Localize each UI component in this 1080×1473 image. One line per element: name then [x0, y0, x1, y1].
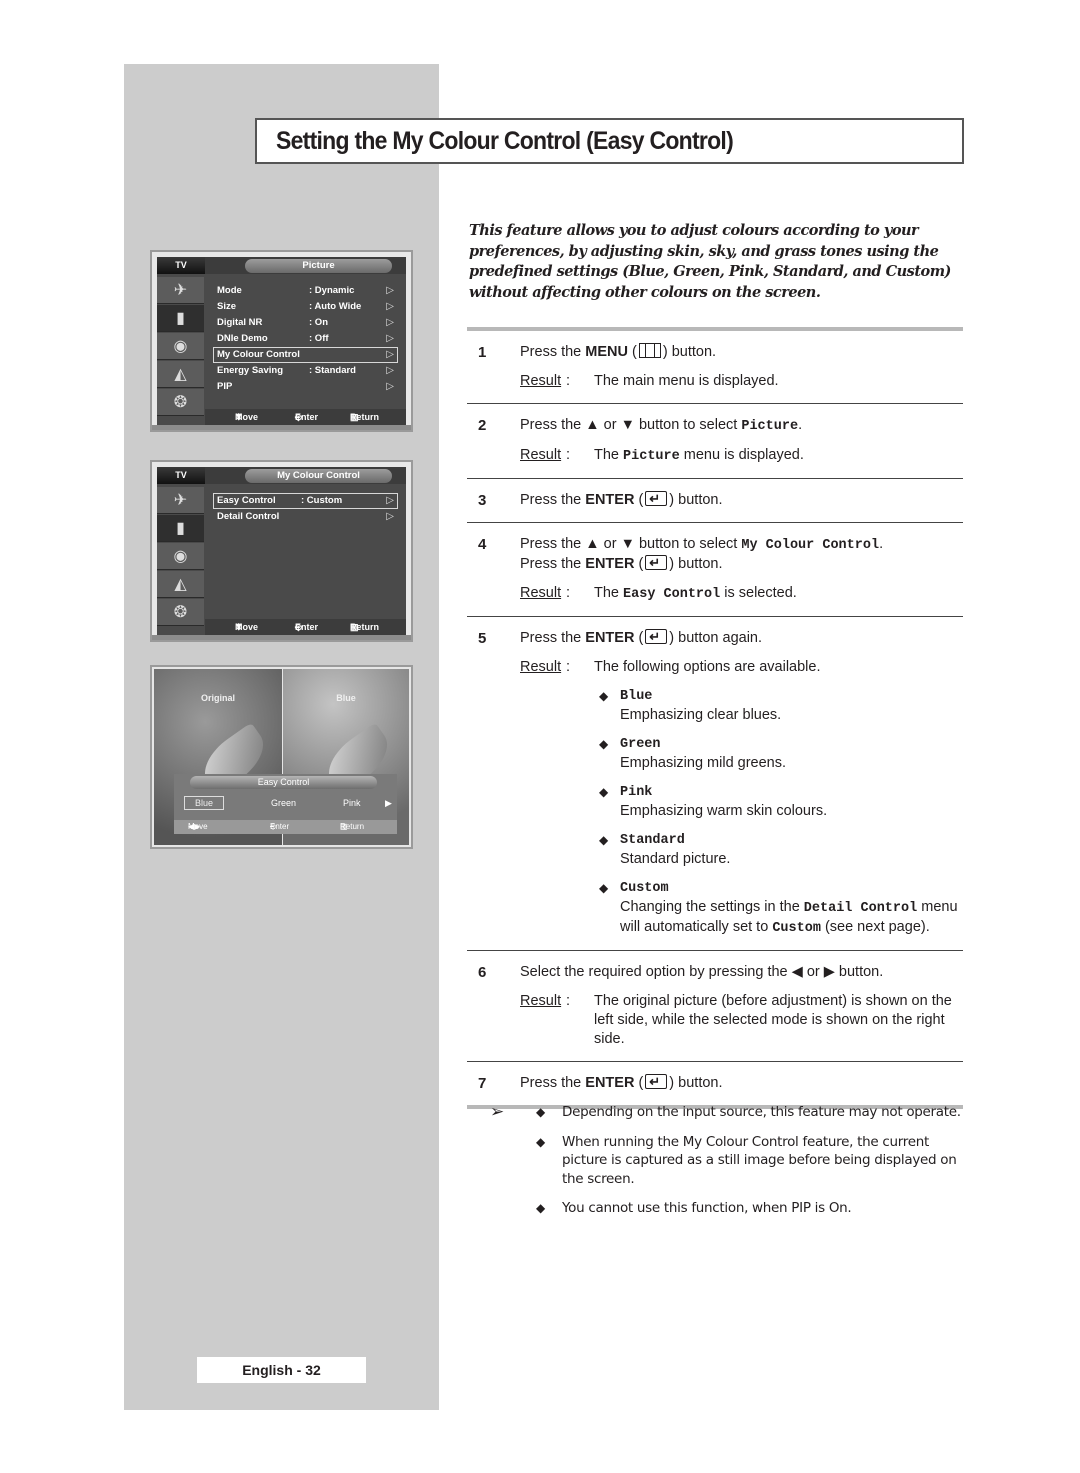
tv-label: TV	[157, 467, 205, 484]
enter-icon	[645, 489, 668, 508]
step-4: 4 Press the ▲ or ▼ button to select My C…	[467, 523, 963, 616]
option-item: ◆ Standard Standard picture.	[599, 833, 731, 867]
osd-row[interactable]: DNIe Demo: Off ▷	[213, 331, 398, 347]
chevron-right-icon: ▷	[386, 495, 394, 506]
osd-title: My Colour Control	[245, 469, 392, 483]
step-7: 7 Press the ENTER () button.	[467, 1062, 963, 1105]
note-item: ◆ You cannot use this function, when PIP …	[536, 1200, 852, 1216]
page-title-box: Setting the My Colour Control (Easy Cont…	[255, 118, 964, 164]
intro-paragraph: This feature allows you to adjust colour…	[469, 222, 951, 301]
diamond-bullet-icon: ◆	[599, 785, 609, 799]
enter-icon	[645, 1072, 668, 1091]
chevron-right-icon: ▷	[386, 285, 394, 296]
diamond-bullet-icon: ◆	[536, 1201, 545, 1215]
sound-icon: ◉	[157, 333, 204, 360]
page-title: Setting the My Colour Control (Easy Cont…	[276, 127, 734, 155]
chevron-right-icon: ▷	[386, 381, 394, 392]
chevron-right-icon: ▷	[386, 349, 394, 360]
osd-row[interactable]: Mode: Dynamic ▷	[213, 283, 398, 299]
osd-title: Picture	[245, 259, 392, 273]
setup-icon: ❂	[157, 389, 204, 416]
chevron-right-icon: ▷	[386, 365, 394, 376]
easy-control-footer: ◀▶ Move ⎆ Enter ▥ Return	[174, 820, 397, 834]
arrow-right-icon[interactable]: ▶	[385, 798, 392, 809]
osd-row[interactable]: Digital NR: On ▷	[213, 315, 398, 331]
picture-icon: ▮	[157, 305, 204, 332]
steps-list: 1 Press the MENU () button. Result: The m…	[467, 327, 963, 1109]
setup-icon: ❂	[157, 599, 204, 626]
diamond-bullet-icon: ◆	[536, 1134, 545, 1149]
note-item: ◆ Depending on the input source, this fea…	[536, 1104, 961, 1120]
note-item: ◆ When running the My Colour Control feat…	[536, 1133, 957, 1187]
osd-row[interactable]: Energy Saving: Standard ▷	[213, 363, 398, 379]
option-item: ◆ Pink Emphasizing warm skin colours.	[599, 785, 828, 819]
enter-icon	[645, 627, 668, 646]
diamond-bullet-icon: ◆	[599, 833, 609, 847]
option-blue[interactable]: Blue	[184, 796, 225, 810]
osd-row-selected[interactable]: Easy Control: Custom ▷	[213, 493, 398, 509]
osd-footer: ⬍ Move ⎆ Enter ▥ Return	[205, 409, 406, 425]
diamond-bullet-icon: ◆	[599, 881, 609, 895]
diamond-bullet-icon: ◆	[599, 689, 609, 703]
option-item: ◆ Green Emphasizing mild greens.	[599, 737, 787, 771]
chevron-right-icon: ▷	[386, 301, 394, 312]
osd-row[interactable]: Size: Auto Wide ▷	[213, 299, 398, 315]
menu-icon	[638, 343, 661, 358]
osd-my-colour-menu: TV My Colour Control ✈ ▮ ◉ ◭ ❂ Easy Cont…	[150, 460, 413, 642]
diamond-bullet-icon: ◆	[536, 1105, 545, 1119]
diamond-bullet-icon: ◆	[599, 737, 609, 751]
input-icon: ✈	[157, 277, 204, 304]
osd-row[interactable]: Detail Control ▷	[213, 509, 398, 525]
enter-icon	[645, 553, 668, 572]
step-5: 5 Press the ENTER () button again. Resul…	[467, 617, 963, 950]
sound-icon: ◉	[157, 543, 204, 570]
option-pink[interactable]: Pink	[343, 798, 361, 808]
channel-icon: ◭	[157, 571, 204, 598]
chevron-right-icon: ▷	[386, 511, 394, 522]
picture-icon: ▮	[157, 515, 204, 542]
tv-label: TV	[157, 257, 205, 274]
channel-icon: ◭	[157, 361, 204, 388]
easy-control-panel: Easy Control Blue Green Pink ▶ ◀▶ Move ⎆…	[174, 774, 397, 834]
osd-row[interactable]: PIP ▷	[213, 379, 398, 395]
step-1: 1 Press the MENU () button. Result: The m…	[478, 343, 779, 389]
osd-footer: ⬍ Move ⎆ Enter ▥ Return	[205, 619, 406, 635]
chevron-right-icon: ▷	[386, 333, 394, 344]
osd-row-selected[interactable]: My Colour Control ▷	[213, 347, 398, 363]
notes-section: ➢ ◆ Depending on the input source, this f…	[490, 1103, 965, 1229]
easy-control-preview: Original Blue Easy Control Blue Green Pi…	[150, 665, 413, 849]
option-green[interactable]: Green	[271, 798, 296, 808]
page-number: English - 32	[197, 1357, 366, 1383]
option-item: ◆ Custom Changing the settings in the Deta…	[599, 881, 958, 936]
option-item: ◆ Blue Emphasizing clear blues.	[599, 689, 782, 723]
step-2: 2 Press the ▲ or ▼ button to select Pict…	[478, 417, 804, 464]
options-list: ◆ Blue Emphasizing clear blues. ◆ Green Emph…	[520, 687, 963, 938]
step-6: 6 Select the required option by pressing…	[478, 964, 952, 1047]
step-3: 3 Press the ENTER () button.	[467, 479, 963, 522]
osd-picture-menu: TV Picture ✈ ▮ ◉ ◭ ❂ Mode: Dynamic ▷ Size…	[150, 250, 413, 432]
input-icon: ✈	[157, 487, 204, 514]
chevron-right-icon: ▷	[386, 317, 394, 328]
